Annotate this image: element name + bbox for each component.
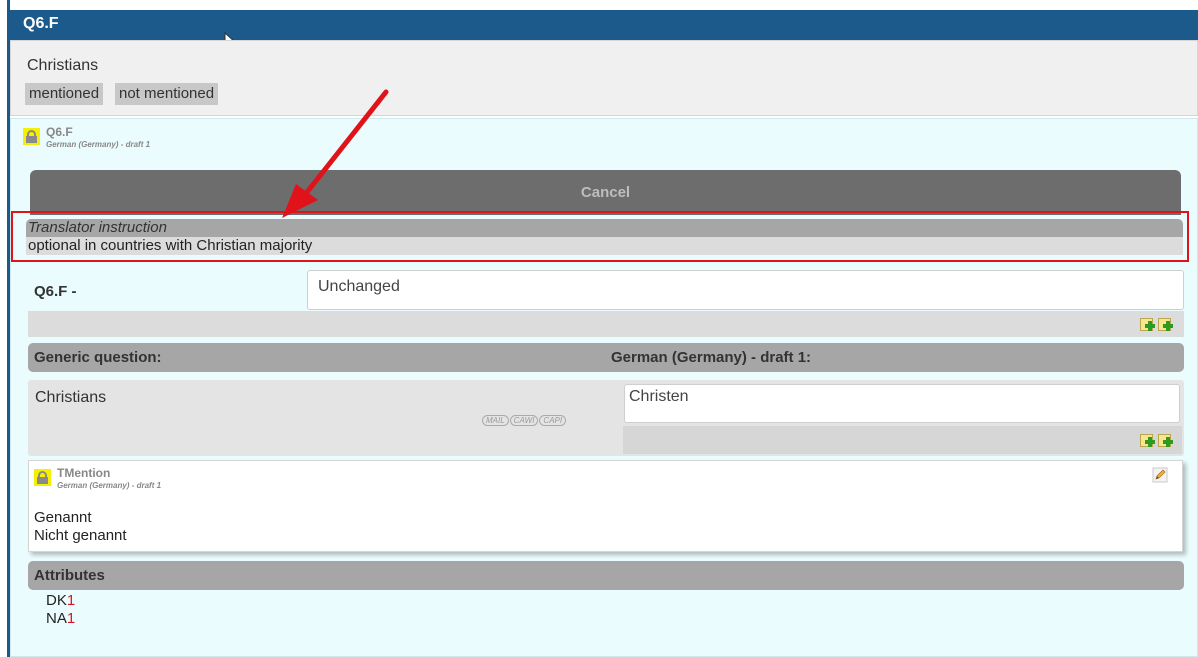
- attributes-header: Attributes: [28, 561, 1184, 590]
- attribute-na: NA1: [46, 610, 75, 627]
- cancel-button[interactable]: Cancel: [30, 170, 1181, 215]
- response-domain-card: [28, 460, 1183, 552]
- response-option-genannt: Genannt: [34, 509, 92, 526]
- mode-tag-cawi: CAWI: [509, 415, 539, 426]
- generic-question-panel: Christians mentioned not mentioned: [10, 40, 1198, 116]
- attribute-name: DK: [46, 592, 67, 609]
- panel-title: Q6.F: [8, 10, 1198, 40]
- mode-tags: MAIL CAWI CAPI: [482, 410, 567, 426]
- add-translation-icon[interactable]: [1140, 432, 1174, 450]
- generic-column-header: Generic question:: [34, 349, 162, 366]
- generic-question-title: Christians: [27, 57, 99, 74]
- attribute-dk: DK1: [46, 592, 75, 609]
- attributes-title: Attributes: [34, 567, 105, 584]
- source-question-text: Christians: [35, 389, 107, 406]
- lock-icon[interactable]: [34, 469, 51, 486]
- mode-tag-mail: MAIL: [482, 415, 509, 426]
- code-row-toolbar: [28, 311, 1184, 337]
- add-translation-icon[interactable]: [1140, 316, 1174, 334]
- attribute-name: NA: [46, 610, 67, 627]
- question-text-toolbar: [623, 426, 1182, 454]
- response-domain-title: TMention: [57, 466, 111, 480]
- pencil-icon[interactable]: [1152, 467, 1168, 483]
- response-option-not-mentioned: not mentioned: [115, 83, 219, 105]
- question-code: Q6.F: [46, 125, 73, 139]
- highlight-frame: [11, 211, 1189, 262]
- question-code-translation-field[interactable]: Unchanged: [307, 270, 1184, 310]
- response-option-nicht-genannt: Nicht genannt: [34, 527, 127, 544]
- mode-tag-capi: CAPI: [539, 415, 567, 426]
- attribute-value: 1: [66, 592, 76, 609]
- target-column-header: German (Germany) - draft 1:: [611, 349, 812, 366]
- response-option-mentioned: mentioned: [25, 83, 104, 105]
- attribute-value: 1: [66, 610, 76, 627]
- lock-icon[interactable]: [23, 128, 40, 145]
- question-editor: Q6.F Christians mentioned not mentioned …: [0, 0, 1198, 657]
- columns-header: Generic question: German (Germany) - dra…: [28, 343, 1184, 372]
- question-code-label: Q6.F -: [34, 283, 77, 300]
- response-domain-draft: German (Germany) - draft 1: [57, 481, 162, 490]
- language-draft-label: German (Germany) - draft 1: [46, 140, 151, 149]
- question-text-translation-field[interactable]: Christen: [624, 384, 1180, 423]
